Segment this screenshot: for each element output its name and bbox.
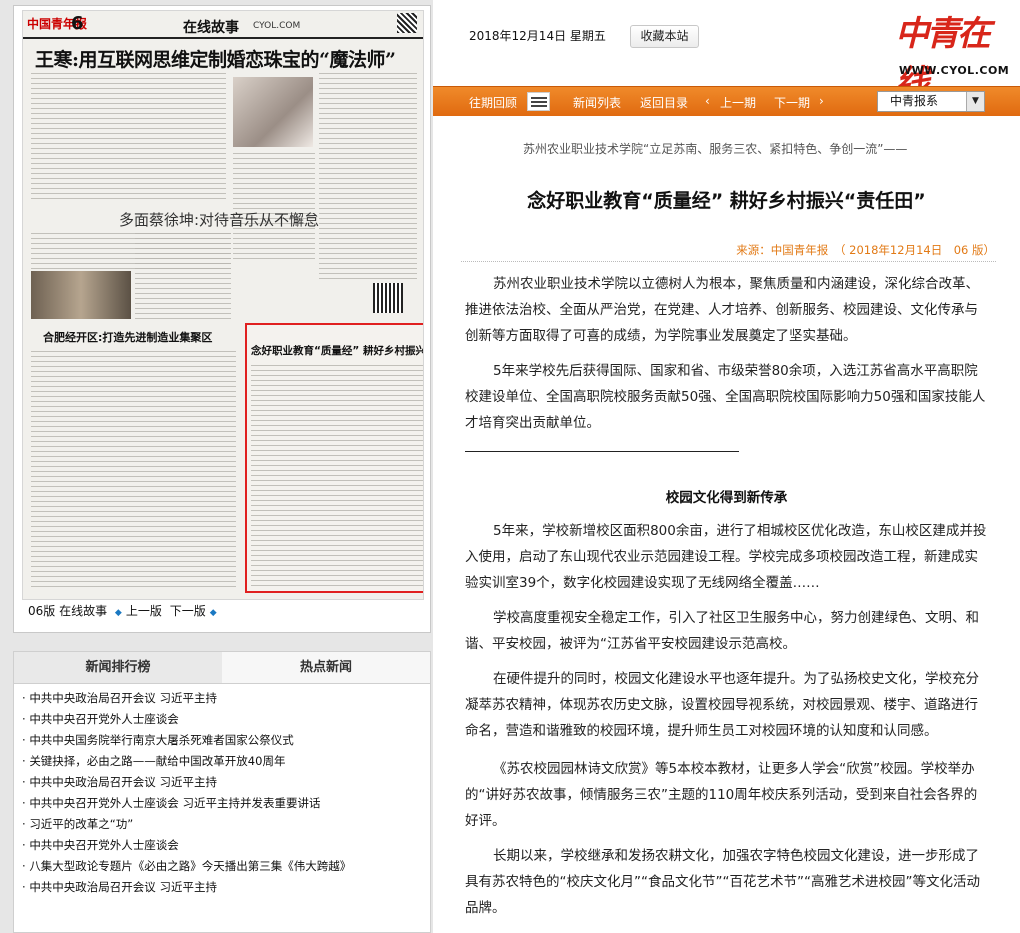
paper-text-block [319, 73, 417, 283]
paper-preview-frame: 中国青年报 6 在线故事 CYOL.COM 王寒:用互联网思维定制婚恋珠宝的“魔… [13, 5, 431, 633]
nav-back-to-toc-link[interactable]: 返回目录 [640, 94, 688, 111]
paper-photo [233, 77, 313, 147]
article-paragraph: 《苏农校园园林诗文欣赏》等5本校本教材，让更多人学会“欣赏”校园。学校举办的“讲… [465, 761, 978, 829]
paper-text-block [31, 73, 226, 203]
ranking-item[interactable]: 中共中央国务院举行南京大屠杀死难者国家公祭仪式 [14, 730, 430, 751]
ranking-item[interactable]: 中共中央召开党外人士座谈会 [14, 709, 430, 730]
grid-menu-icon[interactable] [527, 92, 550, 111]
site-logo[interactable]: 中青在线 WWW.CYOL.COM [895, 6, 1009, 103]
arrow-icon: ◆ [114, 608, 122, 618]
ranking-list: 中共中央政治局召开会议 习近平主持 中共中央召开党外人士座谈会 中共中央国务院举… [14, 684, 430, 898]
paper-url: CYOL.COM [253, 21, 301, 31]
arrow-icon: ◆ [209, 608, 217, 618]
chevron-right-icon: › [819, 94, 824, 108]
qr-code-icon [397, 13, 417, 33]
logo-url: WWW.CYOL.COM [899, 64, 1010, 77]
nav-prev-issue-link[interactable]: 上一期 [720, 94, 756, 111]
paper-select-dropdown[interactable]: 中青报系 ▼ [877, 91, 985, 112]
paper-headline: 王寒:用互联网思维定制婚恋珠宝的“魔法师” [35, 49, 396, 71]
paper-page-number: 6 [71, 13, 84, 34]
article-paragraph: 5年来学校先后获得国际、国家和省、市级荣誉80余项，入选江苏省高水平高职院校建设… [465, 363, 986, 431]
ranking-item[interactable]: 关键抉择，必由之路——献给中国改革开放40周年 [14, 751, 430, 772]
highlighted-article-box[interactable]: 念好职业教育“质量经” 耕好乡村振兴“责任田” [245, 323, 423, 593]
chevron-left-icon: ‹ [705, 94, 710, 108]
article-source: 来源：中国青年报 （ 2018年12月14日 06 版） [736, 243, 995, 257]
paper-text-block [31, 351, 236, 591]
chevron-down-icon: ▼ [966, 92, 984, 111]
ranking-item[interactable]: 八集大型政论专题片《必由之路》今天播出第三集《伟大跨越》 [14, 856, 430, 877]
paper-subheadline: 多面蔡徐坤:对待音乐从不懈怠 [119, 211, 320, 229]
ranking-item[interactable]: 中共中央政治局召开会议 习近平主持 [14, 688, 430, 709]
page-caption: 06版 在线故事 ◆ 上一版 下一版 ◆ [28, 602, 444, 619]
article-title: 念好职业教育“质量经” 耕好乡村振兴“责任田” [527, 190, 926, 212]
article-paragraph: 学校高度重视安全稳定工作，引入了社区卫生服务中心，努力创建绿色、文明、和谐、平安… [465, 610, 979, 652]
qr-code-icon [373, 283, 403, 313]
paper-text-block [251, 365, 423, 587]
newspaper-page-image[interactable]: 中国青年报 6 在线故事 CYOL.COM 王寒:用互联网思维定制婚恋珠宝的“魔… [22, 10, 424, 600]
tab-news-ranking[interactable]: 新闻排行榜 [14, 652, 222, 683]
ranking-item[interactable]: 中共中央政治局召开会议 习近平主持 [14, 772, 430, 793]
paper-text-block [135, 233, 231, 319]
paper-masthead: 中国青年报 6 在线故事 CYOL.COM [23, 11, 423, 39]
ranking-item[interactable]: 习近平的改革之“功” [14, 814, 430, 835]
page-caption-label: 06版 在线故事 [28, 604, 108, 618]
ranking-item[interactable]: 中共中央召开党外人士座谈会 习近平主持并发表重要讲话 [14, 793, 430, 814]
ranking-item[interactable]: 中共中央政治局召开会议 习近平主持 [14, 877, 430, 898]
paper-text-block [233, 153, 315, 263]
nav-news-list-link[interactable]: 新闻列表 [573, 94, 621, 111]
site-header: 2018年12月14日 星期五 收藏本站 中青在线 WWW.CYOL.COM [433, 0, 1020, 103]
article-paragraph: 在硬件提升的同时，校园文化建设水平也逐年提升。为了弘扬校史文化，学校充分凝萃苏农… [465, 671, 979, 739]
left-column: 中国青年报 6 在线故事 CYOL.COM 王寒:用互联网思维定制婚恋珠宝的“魔… [0, 0, 433, 933]
bookmark-button[interactable]: 收藏本站 [630, 25, 699, 48]
article-paragraph: 5年来，学校新增校区面积800余亩，进行了相城校区优化改造，东山校区建成并投入使… [465, 523, 987, 591]
divider [465, 451, 739, 452]
paper-left-story-title: 合肥经开区:打造先进制造业集聚区 [43, 331, 213, 344]
ranking-tabs: 新闻排行榜 热点新闻 [14, 652, 430, 684]
nav-next-issue-link[interactable]: 下一期 [774, 94, 810, 111]
article-paragraph: 长期以来，学校继承和发扬农耕文化，加强农字特色校园文化建设，进一步形成了具有苏农… [465, 848, 980, 916]
paper-select-value: 中青报系 [890, 94, 939, 108]
article-content: 苏州农业职业技术学院“立足苏南、服务三农、紧扣特色、争创一流”—— 念好职业教育… [433, 116, 1020, 933]
nav-bar: 往期回顾 新闻列表 返回目录 ‹ 上一期 下一期 › 中青报系 ▼ [433, 86, 1020, 116]
highlighted-article-title: 念好职业教育“质量经” 耕好乡村振兴“责任田” [251, 345, 423, 357]
paper-photo [31, 271, 131, 319]
paper-section-name: 在线故事 [183, 20, 239, 36]
current-date: 2018年12月14日 星期五 [469, 29, 606, 43]
article-kicker: 苏州农业职业技术学院“立足苏南、服务三农、紧扣特色、争创一流”—— [523, 142, 908, 156]
prev-page-link[interactable]: 上一版 [126, 604, 162, 618]
news-ranking-panel: 新闻排行榜 热点新闻 中共中央政治局召开会议 习近平主持 中共中央召开党外人士座… [13, 651, 431, 933]
ranking-item[interactable]: 中共中央召开党外人士座谈会 [14, 835, 430, 856]
next-page-link[interactable]: 下一版 [170, 604, 206, 618]
nav-archive-link[interactable]: 往期回顾 [469, 94, 517, 111]
divider [461, 261, 996, 262]
article-paragraph: 苏州农业职业技术学院以立德树人为根本，聚焦质量和内涵建设，深化综合改革、推进依法… [465, 276, 979, 344]
article-subhead: 校园文化得到新传承 [665, 490, 788, 506]
tab-hot-news[interactable]: 热点新闻 [222, 652, 430, 683]
